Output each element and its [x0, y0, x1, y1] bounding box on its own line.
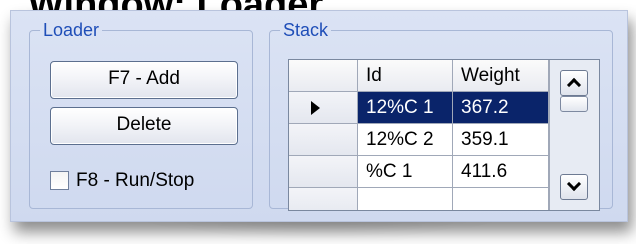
column-header-weight[interactable]: Weight [453, 60, 549, 92]
loader-panel: Loader F7 - Add Delete F8 - Run/Stop Sta… [10, 10, 628, 222]
scroll-thumb[interactable] [560, 96, 588, 112]
vertical-scrollbar[interactable] [549, 60, 599, 210]
scroll-down-button[interactable] [560, 174, 588, 200]
row-header [289, 188, 358, 210]
chevron-up-icon [566, 77, 582, 93]
table-cell-weight [453, 188, 549, 210]
table-cell-weight[interactable]: 367.2 [453, 92, 549, 124]
row-header[interactable] [289, 92, 358, 124]
table-cell-id[interactable]: %C 1 [358, 156, 453, 188]
run-stop-checkbox[interactable] [50, 171, 69, 190]
stack-grid[interactable]: Id Weight 12%C 1 367.2 12%C 2 359.1 %C 1… [288, 59, 600, 211]
delete-button[interactable]: Delete [50, 107, 238, 145]
chevron-down-icon [566, 176, 582, 192]
row-header[interactable] [289, 124, 358, 156]
add-button[interactable]: F7 - Add [50, 61, 238, 99]
loader-group-title: Loader [43, 20, 100, 40]
column-header-id[interactable]: Id [358, 60, 453, 92]
header-corner [289, 60, 358, 92]
current-row-arrow-icon [311, 101, 320, 115]
row-header[interactable] [289, 156, 358, 188]
scroll-up-button[interactable] [560, 70, 588, 96]
table-cell-weight[interactable]: 359.1 [453, 124, 549, 156]
table-cell-id[interactable]: 12%C 1 [358, 92, 453, 124]
stack-group: Stack Id Weight 12%C 1 367.2 12%C 2 359.… [269, 20, 613, 211]
table-cell-id [358, 188, 453, 210]
table-cell-id[interactable]: 12%C 2 [358, 124, 453, 156]
table-cell-weight[interactable]: 411.6 [453, 156, 549, 188]
run-stop-label: F8 - Run/Stop [76, 170, 195, 191]
stack-group-title: Stack [283, 20, 329, 40]
loader-group: Loader F7 - Add Delete F8 - Run/Stop [29, 21, 253, 209]
